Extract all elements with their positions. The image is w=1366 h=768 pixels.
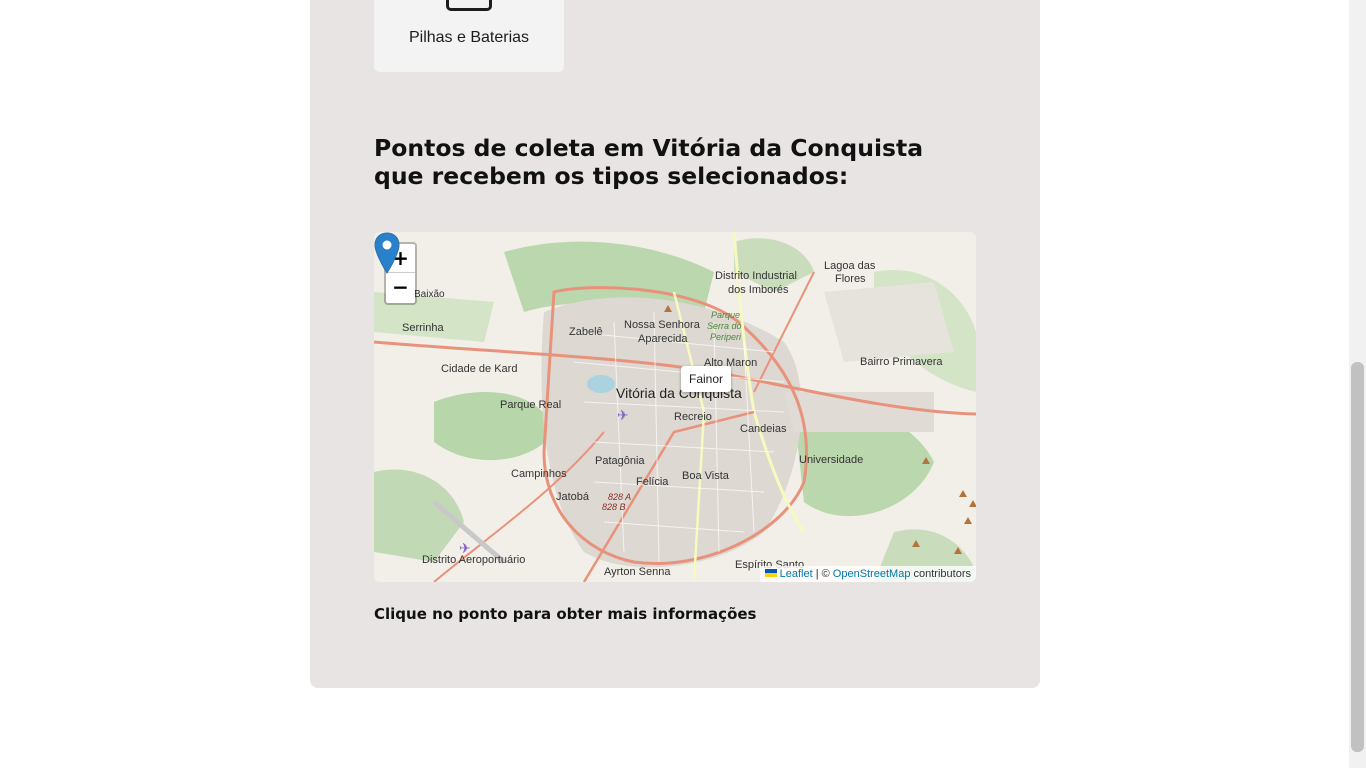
- map-label: Candeias: [740, 423, 787, 435]
- map-label: Serrinha: [402, 322, 444, 334]
- map-label: Recreio: [674, 411, 712, 423]
- map-label: Boa Vista: [682, 470, 730, 482]
- map-label: Cidade de Kard: [441, 363, 517, 375]
- map-label: 828 A: [608, 492, 631, 502]
- map-label: Bairro Primavera: [860, 356, 943, 368]
- map-label: Universidade: [799, 454, 863, 466]
- map-label: Parque Real: [500, 399, 561, 411]
- waste-type-label: Pilhas e Baterias: [408, 29, 530, 46]
- marker-tooltip: Fainor: [681, 366, 732, 392]
- map-label: Distrito Industrial: [715, 270, 797, 282]
- ukraine-flag-icon: [764, 569, 777, 577]
- battery-icon: [446, 0, 492, 11]
- section-heading: Pontos de coleta em Vitória da Conquista…: [374, 134, 924, 190]
- leaflet-link[interactable]: Leaflet: [780, 568, 813, 580]
- map-tiles: ✈ ✈ Distrito Industrial dos Imborés Lago…: [374, 232, 976, 582]
- map-label: Flores: [835, 273, 866, 285]
- map-label: Felícia: [636, 476, 669, 488]
- airport-icon: ✈: [617, 407, 629, 423]
- scrollbar-thumb[interactable]: [1351, 362, 1364, 752]
- map-label: Baixão: [414, 289, 445, 300]
- map-hint-text: Clique no ponto para obter mais informaç…: [374, 605, 757, 623]
- map-attribution: Leaflet | © OpenStreetMap contributors: [759, 566, 976, 582]
- collection-points-map[interactable]: ✈ ✈ Distrito Industrial dos Imborés Lago…: [374, 232, 976, 582]
- map-label: Distrito Aeroportuário: [422, 554, 525, 566]
- map-label: Parque: [711, 310, 740, 320]
- attribution-separator: | ©: [815, 568, 830, 580]
- map-label: Jatobá: [556, 491, 590, 503]
- map-label: dos Imborés: [728, 284, 789, 296]
- map-label: Serra do: [707, 321, 742, 331]
- map-label: Nossa Senhora: [624, 319, 701, 331]
- page-scrollbar[interactable]: [1349, 0, 1366, 768]
- map-label: Periperi: [710, 332, 742, 342]
- zoom-out-button[interactable]: −: [386, 273, 415, 302]
- map-label: Patagônia: [595, 455, 645, 467]
- map-label: 828 B: [602, 502, 626, 512]
- openstreetmap-link[interactable]: OpenStreetMap: [833, 568, 911, 580]
- map-label: Ayrton Senna: [604, 566, 671, 578]
- map-label: Zabelê: [569, 326, 603, 338]
- map-label: Campinhos: [511, 468, 567, 480]
- attribution-contributors: contributors: [913, 568, 971, 580]
- map-pin-icon[interactable]: [374, 232, 400, 274]
- map-label: Lagoa das: [824, 260, 876, 272]
- map-label: Aparecida: [638, 333, 688, 345]
